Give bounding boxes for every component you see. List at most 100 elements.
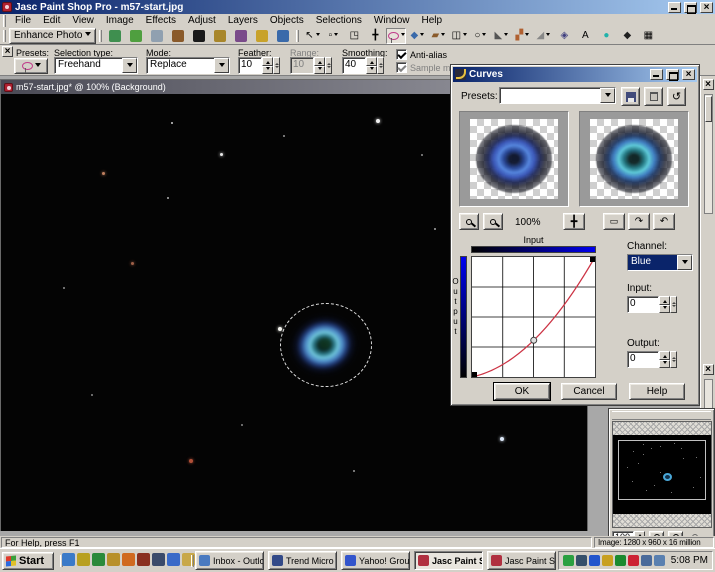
tray-messenger-icon[interactable]: [602, 555, 613, 566]
airbrush-tool-icon[interactable]: ▞: [512, 28, 532, 44]
minimize-button[interactable]: [668, 2, 681, 13]
close-options-icon[interactable]: [2, 46, 13, 57]
restore-button[interactable]: [684, 2, 697, 13]
quick-launch-excel-icon[interactable]: [107, 553, 120, 566]
delete-preset-button[interactable]: [644, 87, 663, 106]
curve-midpoint[interactable]: [531, 337, 537, 343]
tray-updates-icon[interactable]: [641, 555, 652, 566]
tray-antivirus-icon[interactable]: [615, 555, 626, 566]
auto-proof-button[interactable]: ↷: [628, 213, 650, 230]
anti-alias-option[interactable]: Anti-alias: [396, 49, 447, 60]
smoothing-value[interactable]: 40: [342, 57, 366, 74]
enhance-photo-button[interactable]: Enhance Photo: [9, 28, 96, 44]
spinner-arrows-icon[interactable]: [366, 57, 377, 74]
menu-edit[interactable]: Edit: [37, 15, 66, 26]
after-preview[interactable]: [579, 111, 689, 207]
curves-title-bar[interactable]: Curves: [453, 67, 697, 82]
image-info-icon[interactable]: [273, 28, 293, 44]
curves-output-spinner[interactable]: 0: [627, 351, 677, 368]
feather-value[interactable]: 10: [238, 57, 262, 74]
image-thumbnail-icon[interactable]: [147, 28, 167, 44]
enhance-photo-suggest-icon[interactable]: [105, 28, 125, 44]
menu-selections[interactable]: Selections: [310, 15, 368, 26]
scrollbar-thumb[interactable]: [705, 96, 712, 122]
chevron-down-icon[interactable]: [214, 58, 229, 73]
warp-tool-icon[interactable]: ▦: [638, 28, 658, 44]
one-step-photo-fix-icon[interactable]: [126, 28, 146, 44]
chevron-down-icon[interactable]: [122, 58, 137, 73]
task-button[interactable]: Yahoo! Group...: [341, 551, 410, 570]
quick-launch-search-icon[interactable]: [77, 553, 90, 566]
navigate-button[interactable]: ╋: [563, 213, 585, 230]
quick-launch-browser-icon[interactable]: [167, 553, 180, 566]
pan-tool-icon[interactable]: ↖: [302, 28, 322, 44]
menu-layers[interactable]: Layers: [222, 15, 264, 26]
spinner-arrows-icon[interactable]: [659, 351, 670, 368]
tray-media-player-icon[interactable]: [589, 555, 600, 566]
clone-tool-icon[interactable]: ◫: [449, 28, 469, 44]
menu-effects[interactable]: Effects: [140, 15, 182, 26]
before-preview[interactable]: [459, 111, 569, 207]
overview-thumbnail[interactable]: [612, 421, 712, 528]
selection-marquee[interactable]: [280, 303, 372, 387]
paintbrush-tool-icon[interactable]: ▰: [428, 28, 448, 44]
menu-objects[interactable]: Objects: [264, 15, 310, 26]
close-button[interactable]: [700, 2, 713, 13]
spinner-slider-icon[interactable]: [273, 57, 280, 74]
dialog-zoom-in-button[interactable]: [483, 213, 503, 230]
smoothing-spinner[interactable]: 40: [342, 57, 384, 74]
reset-preset-button[interactable]: ↺: [667, 87, 686, 106]
menu-adjust[interactable]: Adjust: [182, 15, 222, 26]
quick-launch-tools-icon[interactable]: [137, 553, 150, 566]
curves-maximize-button[interactable]: [666, 69, 679, 80]
spinner-slider-icon[interactable]: [377, 57, 384, 74]
ok-button[interactable]: OK: [494, 383, 550, 400]
levels-icon[interactable]: [210, 28, 230, 44]
curve-endpoint-low[interactable]: [472, 372, 477, 377]
picker-tool-icon[interactable]: ◈: [554, 28, 574, 44]
help-button[interactable]: Help: [629, 383, 685, 400]
tray-network-icon[interactable]: [654, 555, 665, 566]
chevron-down-icon[interactable]: [677, 255, 692, 270]
spinner-arrows-icon[interactable]: [659, 296, 670, 313]
task-button[interactable]: Jasc Paint S...: [414, 551, 483, 570]
curves-input-spinner[interactable]: 0: [627, 296, 677, 313]
curve-graph[interactable]: [471, 256, 596, 378]
task-button[interactable]: Trend Micro I...: [268, 551, 337, 570]
retouch-tool-icon[interactable]: ◢: [533, 28, 553, 44]
presets-button[interactable]: [14, 58, 48, 74]
tray-firewall-icon[interactable]: [628, 555, 639, 566]
eraser-tool-icon[interactable]: ◣: [491, 28, 511, 44]
feather-spinner[interactable]: 10: [238, 57, 280, 74]
mode-dropdown[interactable]: Replace: [146, 57, 230, 74]
curves-input-value[interactable]: 0: [627, 296, 659, 313]
quick-launch-files-icon[interactable]: [152, 553, 165, 566]
overview-header[interactable]: [612, 411, 711, 420]
curve-endpoint-high[interactable]: [590, 257, 595, 262]
crop-tool-icon[interactable]: ◳: [344, 28, 364, 44]
quick-launch-internet-icon[interactable]: [62, 553, 75, 566]
tray-recycle-icon[interactable]: [563, 555, 574, 566]
overview-view-rectangle[interactable]: [618, 440, 706, 500]
spinner-slider-icon[interactable]: [670, 296, 677, 313]
dialog-zoom-out-button[interactable]: [459, 213, 479, 230]
channel-dropdown[interactable]: Blue: [627, 254, 693, 271]
palette-close-icon-2[interactable]: [703, 364, 714, 375]
shape-cutter-tool-icon[interactable]: ○: [470, 28, 490, 44]
curves-output-value[interactable]: 0: [627, 351, 659, 368]
curves-presets-dropdown[interactable]: [499, 87, 616, 104]
save-preset-button[interactable]: [621, 87, 640, 106]
start-button[interactable]: Start: [2, 552, 54, 570]
menu-file[interactable]: File: [9, 15, 37, 26]
preset-shape-tool-icon[interactable]: ●: [596, 28, 616, 44]
brightness-icon[interactable]: [252, 28, 272, 44]
selection-tool-icon[interactable]: ▫: [323, 28, 343, 44]
histogram-icon[interactable]: [231, 28, 251, 44]
spinner-slider-icon[interactable]: [670, 351, 677, 368]
selection-type-dropdown[interactable]: Freehand: [54, 57, 138, 74]
freehand-selection-tool-icon[interactable]: [386, 28, 406, 44]
palette-scrollbar[interactable]: [704, 94, 713, 214]
menu-view[interactable]: View: [66, 15, 100, 26]
task-button[interactable]: Jasc Paint Sh...: [487, 551, 556, 570]
contrast-icon[interactable]: [189, 28, 209, 44]
